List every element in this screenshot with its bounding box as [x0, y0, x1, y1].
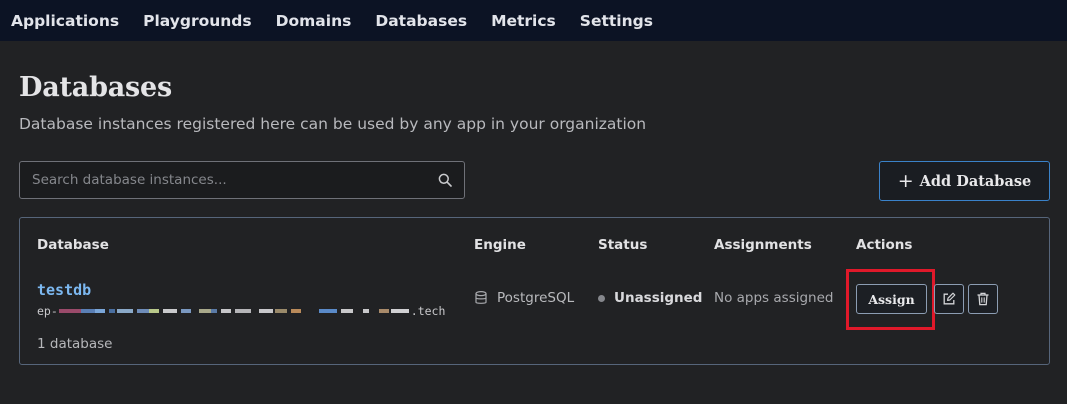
database-host: ep- .tech — [37, 304, 445, 318]
nav-item-metrics[interactable]: Metrics — [491, 12, 556, 30]
page-title: Databases — [19, 72, 173, 103]
database-name-link[interactable]: testdb — [37, 281, 91, 299]
host-prefix: ep- — [37, 304, 58, 318]
nav-item-databases[interactable]: Databases — [375, 12, 467, 30]
nav-item-settings[interactable]: Settings — [580, 12, 653, 30]
search-icon[interactable] — [438, 173, 452, 187]
host-suffix: .tech — [410, 304, 446, 318]
column-header-actions: Actions — [856, 237, 913, 253]
assignments-cell: No apps assigned — [714, 290, 834, 306]
nav-item-applications[interactable]: Applications — [11, 12, 119, 30]
column-header-engine: Engine — [474, 237, 526, 253]
search-box — [19, 161, 465, 199]
edit-button[interactable] — [934, 284, 964, 314]
databases-table: Database Engine Status Assignments Actio… — [19, 217, 1050, 365]
add-database-label: Add Database — [919, 172, 1032, 190]
trash-icon — [977, 292, 989, 306]
engine-label: PostgreSQL — [497, 290, 575, 306]
delete-button[interactable] — [968, 284, 998, 314]
engine-cell: PostgreSQL — [475, 290, 574, 306]
status-badge: Unassigned — [598, 290, 702, 306]
nav-item-domains[interactable]: Domains — [276, 12, 352, 30]
database-icon — [475, 291, 487, 304]
row-count: 1 database — [37, 336, 113, 352]
add-database-button[interactable]: + Add Database — [879, 161, 1050, 201]
column-header-database: Database — [37, 237, 109, 253]
top-navigation: Applications Playgrounds Domains Databas… — [0, 0, 1067, 41]
status-dot-icon — [598, 294, 605, 302]
plus-icon: + — [897, 169, 914, 192]
column-header-status: Status — [598, 237, 648, 253]
column-header-assignments: Assignments — [714, 237, 812, 253]
redacted-host-segment — [58, 306, 410, 316]
edit-icon — [943, 292, 956, 305]
status-label: Unassigned — [614, 290, 703, 306]
page-subtitle: Database instances registered here can b… — [19, 115, 647, 133]
search-input[interactable] — [32, 162, 432, 198]
nav-item-playgrounds[interactable]: Playgrounds — [143, 12, 252, 30]
assign-button[interactable]: Assign — [856, 284, 927, 314]
